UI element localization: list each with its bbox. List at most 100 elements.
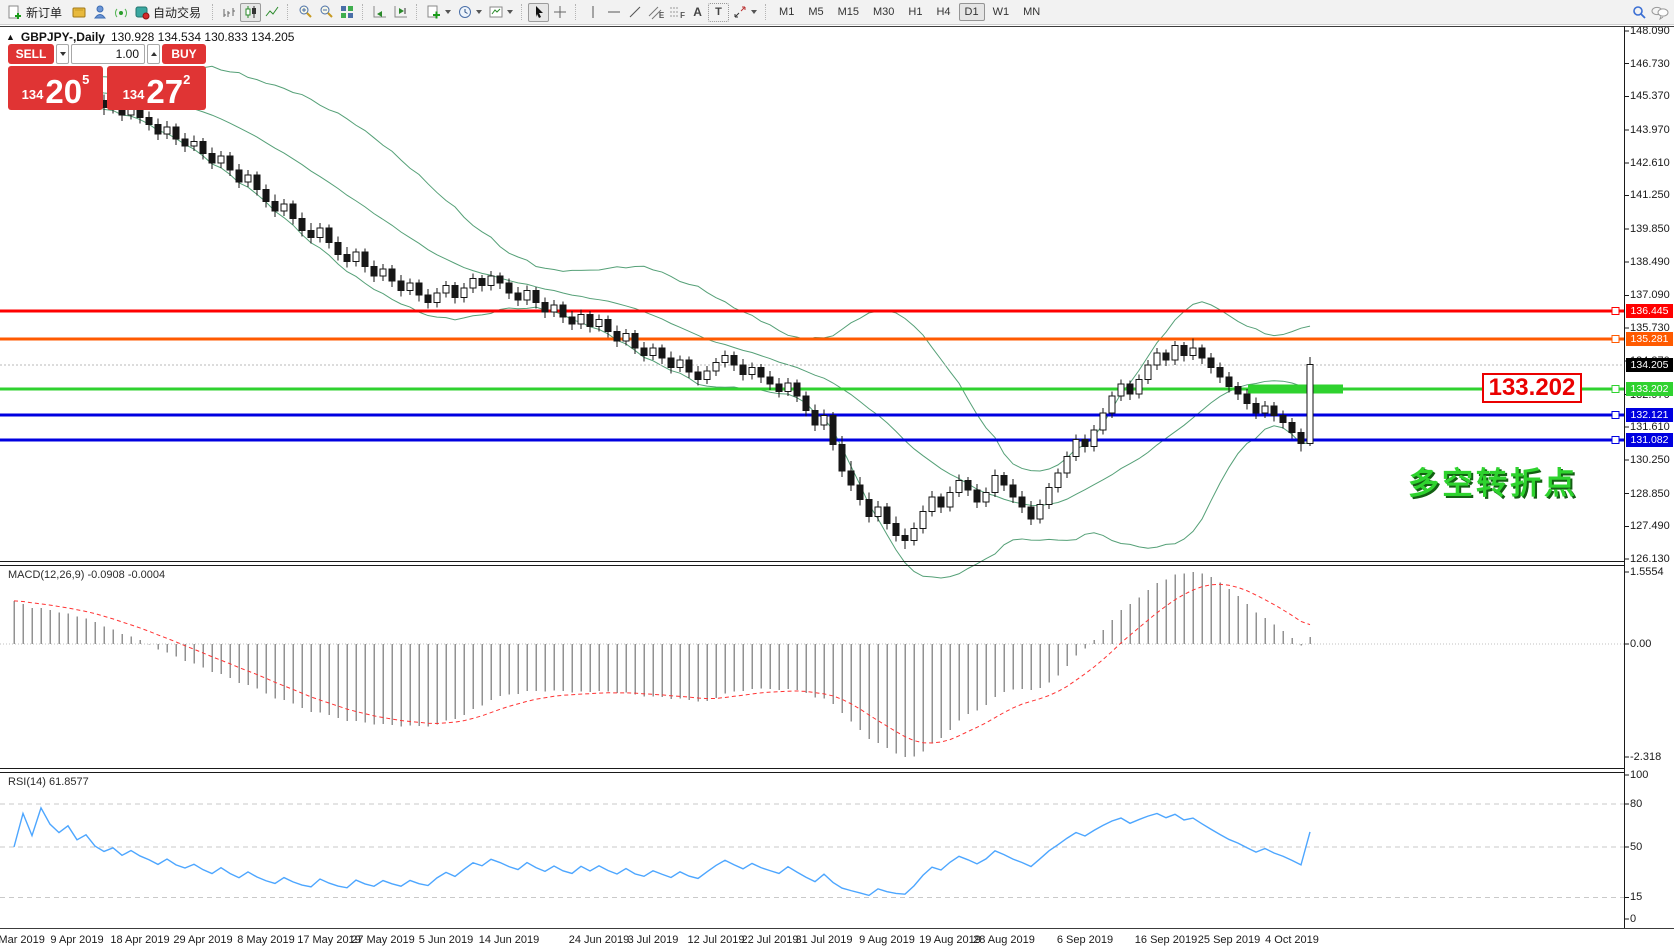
- candle-body: [1010, 485, 1016, 497]
- candle-body: [200, 141, 206, 153]
- buy-price-box[interactable]: 134 27 2: [107, 66, 206, 110]
- level-handle[interactable]: [1612, 411, 1619, 418]
- price-level-chip: 131.082: [1626, 433, 1673, 447]
- buy-button[interactable]: BUY: [162, 44, 206, 64]
- publisher-icon[interactable]: [89, 3, 110, 22]
- zoom-out-icon[interactable]: [315, 3, 336, 22]
- candle-body: [821, 415, 827, 425]
- candle-body: [308, 230, 314, 237]
- rsi-scale-label: 50: [1630, 841, 1642, 853]
- candle-body: [587, 314, 593, 326]
- text-label-icon[interactable]: T: [708, 3, 729, 22]
- level-handle[interactable]: [1612, 385, 1619, 392]
- sell-price-box[interactable]: 134 20 5: [8, 66, 103, 110]
- candle-body: [1208, 358, 1214, 368]
- equidistant-channel-icon[interactable]: E: [645, 3, 666, 22]
- new-order-icon[interactable]: [4, 3, 25, 22]
- trendline-icon[interactable]: [624, 3, 645, 22]
- history-icon[interactable]: [68, 3, 89, 22]
- toolbar-separator: [362, 4, 364, 20]
- line-chart-icon[interactable]: [261, 3, 282, 22]
- level-handle[interactable]: [1612, 335, 1619, 342]
- period-icon[interactable]: [454, 3, 475, 22]
- candle-body: [353, 252, 359, 262]
- date-label: 28 Aug 2019: [973, 934, 1035, 946]
- price-axis-border: [1624, 26, 1625, 928]
- add-indicator-icon[interactable]: [423, 3, 444, 22]
- main-macd-separator[interactable]: [0, 561, 1624, 566]
- timeframe-w1[interactable]: W1: [987, 3, 1016, 21]
- candle-body: [1253, 403, 1259, 413]
- level-handle[interactable]: [1612, 307, 1619, 314]
- arrows-dropdown-icon[interactable]: [751, 10, 757, 14]
- volume-increase-button[interactable]: [147, 44, 160, 64]
- candle-body: [785, 383, 791, 391]
- candle-body: [758, 367, 764, 377]
- timeframe-m30[interactable]: M30: [867, 3, 900, 21]
- price-level-chip: 136.445: [1626, 304, 1673, 318]
- turning-point-note[interactable]: 多空转折点: [1408, 458, 1578, 503]
- level-handle[interactable]: [1612, 436, 1619, 443]
- vertical-line-icon[interactable]: [582, 3, 603, 22]
- auto-trading-label[interactable]: 自动交易: [153, 4, 201, 21]
- candle-body: [1037, 504, 1043, 518]
- candle-body: [992, 476, 998, 493]
- volume-input[interactable]: 1.00: [71, 44, 145, 64]
- candlestick-chart-icon[interactable]: [240, 3, 261, 22]
- candle-body: [803, 396, 809, 410]
- thick-trend-segment[interactable]: [1248, 384, 1343, 393]
- timeframe-d1[interactable]: D1: [959, 3, 985, 21]
- auto-trading-icon[interactable]: [131, 3, 152, 22]
- fibonacci-icon[interactable]: F: [666, 3, 687, 22]
- candle-body: [839, 444, 845, 470]
- zoom-in-icon[interactable]: [294, 3, 315, 22]
- search-icon[interactable]: [1628, 3, 1649, 22]
- buy-price-sup: 2: [183, 72, 190, 87]
- template-icon[interactable]: [485, 3, 506, 22]
- step-forward-icon[interactable]: [390, 3, 411, 22]
- one-click-trade-panel: SELL 1.00 BUY 134 20 5 134 27 2: [8, 44, 206, 110]
- price-annotation-box[interactable]: 133.202: [1482, 373, 1582, 403]
- timeframe-mn[interactable]: MN: [1017, 3, 1046, 21]
- one-click-collapse-icon[interactable]: ▲: [6, 32, 15, 42]
- fibonacci-glyph: F: [680, 12, 685, 20]
- caret-down-icon: [60, 52, 66, 56]
- sell-button[interactable]: SELL: [8, 44, 54, 64]
- arrows-icon[interactable]: [729, 3, 750, 22]
- candle-body: [713, 363, 719, 371]
- bar-chart-icon[interactable]: [219, 3, 240, 22]
- macd-rsi-separator[interactable]: [0, 768, 1624, 773]
- new-order-label[interactable]: 新订单: [26, 4, 62, 21]
- price-tick-label: 130.250: [1630, 454, 1670, 466]
- buy-price-prefix: 134: [123, 87, 145, 102]
- cursor-icon[interactable]: [528, 3, 549, 22]
- crosshair-icon[interactable]: [549, 3, 570, 22]
- add-indicator-dropdown-icon[interactable]: [445, 10, 451, 14]
- date-label: 31 Jul 2019: [796, 934, 853, 946]
- date-label: 6 Sep 2019: [1057, 934, 1113, 946]
- signals-icon[interactable]: [110, 3, 131, 22]
- candle-body: [182, 139, 188, 146]
- step-back-icon[interactable]: [369, 3, 390, 22]
- period-dropdown-icon[interactable]: [476, 10, 482, 14]
- tile-windows-icon[interactable]: [336, 3, 357, 22]
- candle-body: [542, 302, 548, 312]
- chat-icon[interactable]: [1649, 3, 1670, 22]
- template-dropdown-icon[interactable]: [507, 10, 513, 14]
- timeframe-h1[interactable]: H1: [902, 3, 928, 21]
- timeframe-m5[interactable]: M5: [802, 3, 829, 21]
- candle-body: [1091, 430, 1097, 447]
- date-label: 31 Mar 2019: [0, 934, 45, 946]
- candle-body: [281, 204, 287, 211]
- timeframe-h4[interactable]: H4: [930, 3, 956, 21]
- candle-body: [173, 127, 179, 139]
- price-tick-label: 127.490: [1630, 520, 1670, 532]
- timeframe-m15[interactable]: M15: [832, 3, 865, 21]
- horizontal-line-icon[interactable]: [603, 3, 624, 22]
- text-icon[interactable]: A: [687, 3, 708, 22]
- candle-body: [1181, 346, 1187, 356]
- candle-body: [866, 500, 872, 517]
- volume-decrease-button[interactable]: [56, 44, 69, 64]
- date-axis[interactable]: 31 Mar 20199 Apr 201918 Apr 201929 Apr 2…: [0, 929, 1674, 948]
- timeframe-m1[interactable]: M1: [773, 3, 800, 21]
